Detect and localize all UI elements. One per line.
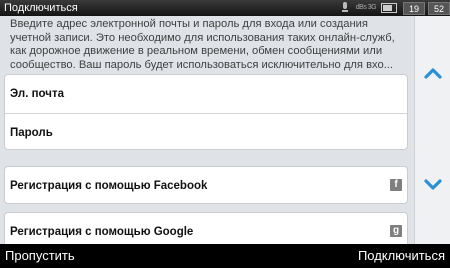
battery-icon: [380, 3, 397, 13]
facebook-register-button[interactable]: Регистрация с помощью Facebook f: [4, 166, 408, 204]
skip-button[interactable]: Пропустить: [5, 244, 75, 268]
status-bar: Подключиться dBs 3G 19 52: [0, 0, 450, 16]
description-text: Введите адрес электронной почты и пароль…: [10, 18, 395, 71]
email-label: Эл. почта: [10, 88, 64, 100]
google-icon: g: [390, 225, 402, 237]
password-field[interactable]: Пароль: [5, 113, 407, 151]
status-icons: dBs 3G 19 52: [340, 0, 450, 16]
email-field[interactable]: Эл. почта: [5, 75, 407, 113]
scroll-up-button[interactable]: [423, 64, 443, 84]
google-register-button[interactable]: Регистрация с помощью Google g: [4, 212, 408, 244]
scroll-down-button[interactable]: [423, 174, 443, 194]
google-register-label: Регистрация с помощью Google: [10, 226, 194, 238]
status-title: Подключиться: [4, 2, 78, 14]
facebook-register-label: Регистрация с помощью Facebook: [10, 180, 208, 192]
status-box-left: 19: [402, 1, 425, 15]
chevron-down-icon: [424, 179, 442, 190]
credentials-card: Эл. почта Пароль: [4, 74, 408, 150]
chevron-up-icon: [424, 68, 442, 79]
scroll-panel: [414, 16, 450, 244]
facebook-icon: f: [390, 179, 402, 191]
connect-button[interactable]: Подключиться: [358, 244, 445, 268]
microphone-icon: [340, 2, 350, 14]
password-label: Пароль: [10, 127, 53, 139]
status-box-right: 52: [427, 1, 450, 15]
bottom-bar: Пропустить Подключиться: [0, 244, 450, 268]
signal-icon: dBs 3G: [355, 4, 377, 11]
main-content: Введите адрес электронной почты и пароль…: [0, 16, 414, 244]
